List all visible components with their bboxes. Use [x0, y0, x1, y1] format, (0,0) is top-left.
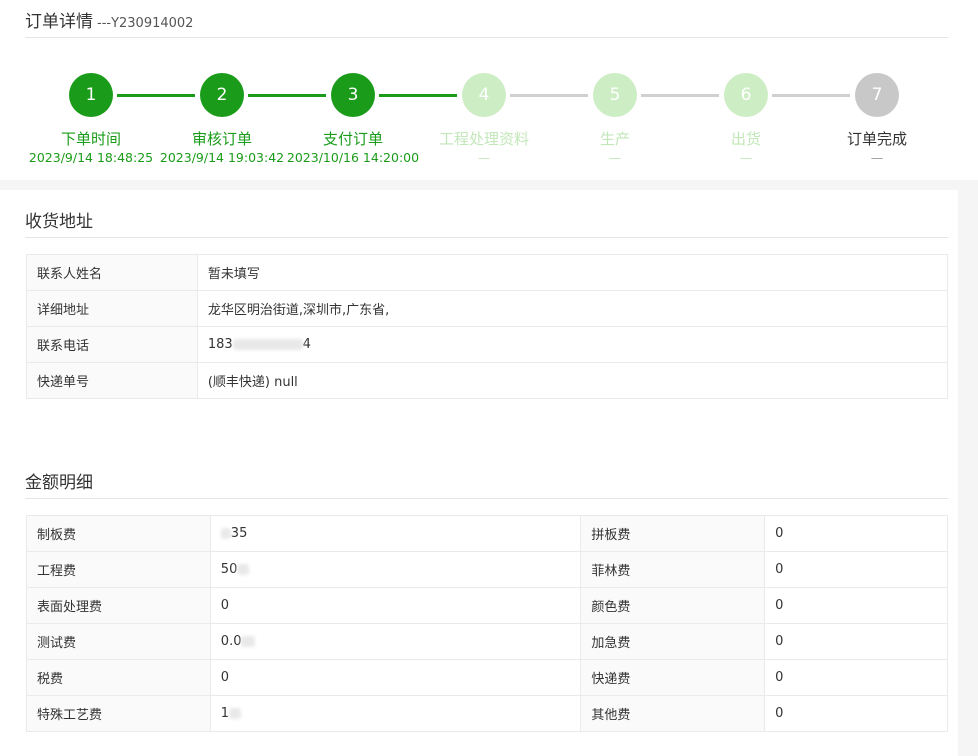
step-label: 支付订单 [322, 130, 383, 148]
order-detail-page: 订单详情 ---Y230914002 1 下单时间 2023/9/14 18:48… [0, 0, 978, 756]
step-number: 1 [69, 73, 113, 117]
fee-label: 加急费 [580, 623, 766, 660]
step-number: 3 [331, 73, 375, 117]
phone-value: 183 4 [196, 326, 949, 363]
section-divider [0, 180, 978, 190]
redacted-mask [232, 339, 303, 350]
step-time: — [739, 150, 753, 165]
step-engineering: 4 工程处理资料 — [414, 73, 554, 165]
fee-value-text: 35 [230, 526, 248, 541]
fee-label: 表面处理费 [26, 587, 211, 624]
step-time: — [608, 150, 622, 165]
address-section-title: 收货地址 [25, 207, 948, 238]
fee-value: 0 [764, 587, 948, 624]
contact-name-value: 暂未填写 [196, 254, 949, 291]
step-label: 审核订单 [191, 130, 252, 148]
tracking-value: (顺丰快递) null [196, 362, 949, 399]
fees-table: 制板费 35 拼板费 0 工程费 50 菲林费 0 表面处理费 0 颜色费 0 … [26, 515, 948, 732]
step-label: 下单时间 [60, 130, 121, 148]
step-shipping: 6 出货 — [676, 73, 816, 165]
step-time: 2023/9/14 19:03:42 [159, 150, 285, 165]
contact-name-label: 联系人姓名 [26, 254, 198, 291]
fee-value: 0 [764, 659, 948, 696]
fee-label: 制板费 [26, 515, 211, 552]
fee-label: 快递费 [580, 659, 766, 696]
step-review: 2 审核订单 2023/9/14 19:03:42 [152, 73, 292, 165]
page-side-gutter [958, 190, 978, 756]
fee-value-text: 1 [220, 706, 230, 721]
redacted-mask [220, 528, 231, 539]
table-row: 表面处理费 0 颜色费 0 [26, 587, 948, 624]
table-row: 快递单号 (顺丰快递) null [26, 362, 949, 399]
table-row: 制板费 35 拼板费 0 [26, 515, 948, 552]
fee-value-text: 0.0 [220, 634, 242, 649]
table-row: 测试费 0.0 加急费 0 [26, 623, 948, 660]
fee-value: 0 [764, 551, 948, 588]
fee-value: 0 [764, 695, 948, 732]
fee-label: 其他费 [580, 695, 766, 732]
phone-label: 联系电话 [26, 326, 198, 363]
fee-label: 税费 [26, 659, 211, 696]
table-row: 联系人姓名 暂未填写 [26, 254, 949, 291]
address-label: 详细地址 [26, 290, 198, 327]
fee-label: 拼板费 [580, 515, 766, 552]
fee-value: 0.0 [209, 623, 582, 660]
fee-value-text: 50 [220, 562, 238, 577]
phone-prefix: 183 [207, 337, 233, 352]
phone-suffix: 4 [302, 337, 311, 352]
step-label: 出货 [730, 130, 761, 148]
step-number: 2 [200, 73, 244, 117]
order-progress-steps: 1 下单时间 2023/9/14 18:48:25 2 审核订单 2023/9/… [0, 73, 978, 178]
fee-value: 0 [764, 515, 948, 552]
fee-label: 颜色费 [580, 587, 766, 624]
step-payment: 3 支付订单 2023/10/16 14:20:00 [283, 73, 423, 165]
step-production: 5 生产 — [545, 73, 685, 165]
step-time: — [477, 150, 491, 165]
fee-value: 0 [209, 587, 582, 624]
step-label: 生产 [599, 130, 630, 148]
step-number: 7 [855, 73, 899, 117]
step-label: 工程处理资料 [438, 130, 529, 148]
table-row: 工程费 50 菲林费 0 [26, 551, 948, 588]
fee-label: 菲林费 [580, 551, 766, 588]
redacted-mask [241, 636, 256, 647]
step-time: 2023/10/16 14:20:00 [286, 150, 420, 165]
fee-value: 0 [209, 659, 582, 696]
page-header: 订单详情 ---Y230914002 [25, 7, 948, 38]
step-completed: 7 订单完成 — [807, 73, 947, 165]
step-order-placed: 1 下单时间 2023/9/14 18:48:25 [21, 73, 161, 165]
fee-value: 50 [209, 551, 582, 588]
redacted-mask [229, 708, 242, 719]
step-label: 订单完成 [846, 130, 907, 148]
tracking-label: 快递单号 [26, 362, 198, 399]
redacted-mask [237, 564, 250, 575]
step-number: 5 [593, 73, 637, 117]
fee-value: 35 [209, 515, 582, 552]
step-number: 4 [462, 73, 506, 117]
step-number: 6 [724, 73, 768, 117]
address-table: 联系人姓名 暂未填写 详细地址 龙华区明治街道,深圳市,广东省, 联系电话 18… [26, 254, 949, 399]
table-row: 联系电话 183 4 [26, 326, 949, 363]
fee-value: 0 [764, 623, 948, 660]
fee-value: 1 [209, 695, 582, 732]
fee-label: 特殊工艺费 [26, 695, 211, 732]
page-title: 订单详情 [25, 12, 93, 32]
address-value: 龙华区明治街道,深圳市,广东省, [196, 290, 949, 327]
step-time: 2023/9/14 18:48:25 [28, 150, 154, 165]
table-row: 特殊工艺费 1 其他费 0 [26, 695, 948, 732]
order-number: ---Y230914002 [97, 16, 194, 31]
table-row: 详细地址 龙华区明治街道,深圳市,广东省, [26, 290, 949, 327]
fees-section-title: 金额明细 [25, 468, 948, 499]
table-row: 税费 0 快递费 0 [26, 659, 948, 696]
fee-label: 工程费 [26, 551, 211, 588]
fee-label: 测试费 [26, 623, 211, 660]
step-time: — [870, 150, 884, 165]
